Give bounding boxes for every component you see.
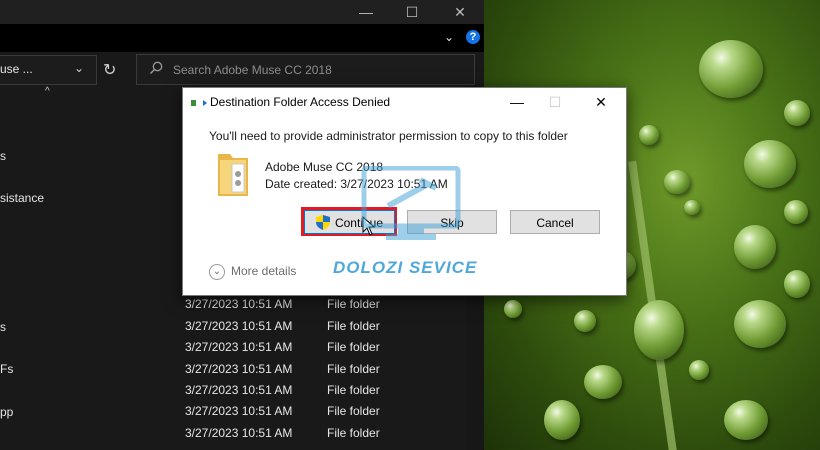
table-row[interactable]: 3/27/2023 10:51 AM File folder (185, 319, 475, 340)
water-drop (639, 125, 659, 145)
date-modified: 3/27/2023 10:51 AM (185, 404, 293, 418)
water-drop (784, 100, 810, 126)
table-row[interactable]: 3/27/2023 10:51 AM File folder (185, 297, 475, 318)
table-row[interactable]: 3/27/2023 10:51 AM File folder (185, 383, 475, 404)
cancel-button[interactable]: Cancel (510, 210, 600, 234)
dialog-close-button[interactable]: ✕ (581, 90, 621, 114)
nav-item[interactable]: pp (0, 405, 13, 419)
item-type: File folder (327, 319, 380, 333)
date-modified: 3/27/2023 10:51 AM (185, 340, 293, 354)
more-details-toggle[interactable]: ⌄ More details (209, 264, 296, 280)
minimize-button[interactable]: — (346, 0, 386, 24)
refresh-icon[interactable]: ↻ (103, 60, 116, 80)
uac-shield-icon (315, 215, 330, 230)
water-drop (504, 300, 522, 318)
water-drop (634, 300, 684, 360)
water-drop (664, 170, 690, 194)
water-drop (784, 270, 810, 298)
cancel-label: Cancel (536, 216, 574, 230)
watermark-logo (361, 166, 461, 240)
water-drop (724, 400, 768, 440)
water-drop (689, 360, 709, 380)
maximize-button[interactable]: ☐ (392, 0, 432, 24)
water-drop (684, 200, 700, 215)
close-button[interactable]: ✕ (440, 0, 480, 24)
item-type: File folder (327, 340, 380, 354)
water-drop (744, 140, 796, 188)
address-text: use ... (0, 62, 33, 76)
file-move-icon (191, 100, 207, 106)
table-row[interactable]: 3/27/2023 10:51 AM File folder (185, 340, 475, 361)
nav-item[interactable]: sistance (0, 191, 44, 205)
explorer-title-bar: — ☐ ✕ (0, 0, 484, 24)
search-icon (149, 61, 163, 78)
folder-icon (218, 154, 248, 196)
date-modified: 3/27/2023 10:51 AM (185, 426, 293, 440)
date-modified: 3/27/2023 10:51 AM (185, 297, 293, 311)
table-row[interactable]: 3/27/2023 10:51 AM File folder (185, 404, 475, 425)
nav-item[interactable]: Fs (0, 362, 13, 376)
water-drop (734, 225, 776, 269)
more-details-label: More details (231, 264, 297, 279)
nav-item[interactable]: s (0, 320, 6, 334)
chevron-down-icon[interactable]: ⌄ (74, 61, 84, 75)
sort-up-icon: ^ (45, 86, 50, 97)
dialog-minimize-button[interactable]: — (497, 90, 537, 114)
address-bar[interactable]: use ... ⌄ (0, 55, 97, 85)
table-row[interactable]: 3/27/2023 10:51 AM File folder (185, 362, 475, 383)
help-icon[interactable]: ? (466, 30, 480, 44)
water-drop (734, 300, 786, 348)
item-type: File folder (327, 404, 380, 418)
dialog-title: Destination Folder Access Denied (210, 95, 391, 109)
water-drop (574, 310, 596, 332)
water-drop (699, 40, 763, 98)
water-drop (544, 400, 580, 440)
search-box[interactable] (136, 54, 475, 85)
table-row[interactable]: 3/27/2023 10:51 AM File folder (185, 426, 475, 447)
date-modified: 3/27/2023 10:51 AM (185, 383, 293, 397)
expand-ribbon-icon[interactable]: ⌄ (444, 30, 454, 44)
ribbon-bar (0, 24, 484, 52)
item-type: File folder (327, 362, 380, 376)
dialog-maximize-button: ☐ (548, 94, 562, 110)
item-type: File folder (327, 426, 380, 440)
item-type: File folder (327, 383, 380, 397)
date-modified: 3/27/2023 10:51 AM (185, 319, 293, 333)
search-input[interactable] (173, 55, 463, 84)
water-drop (584, 365, 622, 399)
date-modified: 3/27/2023 10:51 AM (185, 362, 293, 376)
item-type: File folder (327, 297, 380, 311)
water-drop (784, 200, 808, 224)
dialog-message: You'll need to provide administrator per… (209, 129, 568, 143)
chevron-down-icon: ⌄ (209, 264, 225, 280)
watermark-text: DOLOZI SEVICE (333, 258, 478, 277)
nav-item[interactable]: s (0, 149, 6, 163)
